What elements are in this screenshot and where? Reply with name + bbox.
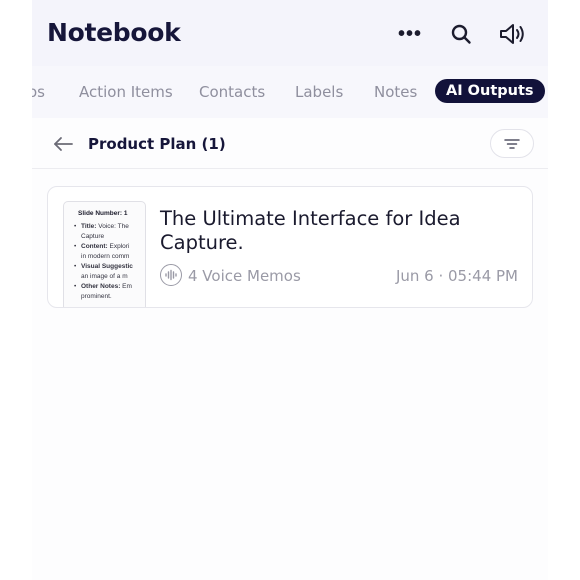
tab-notes[interactable]: Notes xyxy=(374,83,417,101)
thumbnail-line: Title: Voice: The xyxy=(72,222,145,232)
ai-output-card[interactable]: Slide Number: 1 Title: Voice: The Captur… xyxy=(47,186,533,308)
card-title: The Ultimate Interface for Idea Capture. xyxy=(160,207,461,254)
category-tabs: os Action Items Contacts Labels Notes AI… xyxy=(32,66,548,118)
thumbnail-line: Visual Suggestic xyxy=(72,262,145,272)
voice-memo-icon xyxy=(160,264,182,286)
search-icon[interactable] xyxy=(447,20,475,48)
more-icon[interactable]: ••• xyxy=(396,20,424,48)
app-panel: Notebook ••• os Action Items Contacts La… xyxy=(32,0,548,580)
thumbnail-line: Content: Explori xyxy=(72,242,145,252)
thumbnail-line: Other Notes: Em xyxy=(72,282,145,292)
filter-icon xyxy=(504,138,520,149)
thumbnail-heading: Slide Number: 1 xyxy=(78,210,128,217)
filter-button[interactable] xyxy=(490,129,534,158)
speaker-icon[interactable] xyxy=(498,20,526,48)
slide-thumbnail: Slide Number: 1 Title: Voice: The Captur… xyxy=(63,201,146,307)
tab-contacts[interactable]: Contacts xyxy=(199,83,265,101)
section-title: Product Plan (1) xyxy=(88,135,226,153)
tab-partial[interactable]: os xyxy=(32,83,45,101)
thumbnail-line: in modern comm xyxy=(81,253,130,260)
app-header: Notebook ••• xyxy=(32,0,548,66)
page-title: Notebook xyxy=(47,18,181,47)
voice-memo-count: 4 Voice Memos xyxy=(188,267,301,285)
thumbnail-line: Capture xyxy=(81,233,105,240)
back-arrow-icon[interactable] xyxy=(52,133,74,155)
tab-action-items[interactable]: Action Items xyxy=(79,83,173,101)
thumbnail-line: prominent. xyxy=(81,293,112,300)
thumbnail-list: Title: Voice: The Capture Content: Explo… xyxy=(72,222,145,302)
tab-labels[interactable]: Labels xyxy=(295,83,343,101)
thumbnail-line: an image of a m xyxy=(81,273,128,280)
tab-ai-outputs[interactable]: AI Outputs xyxy=(435,79,545,103)
card-date: Jun 6 · 05:44 PM xyxy=(395,267,518,285)
sub-header: Product Plan (1) xyxy=(32,118,548,169)
